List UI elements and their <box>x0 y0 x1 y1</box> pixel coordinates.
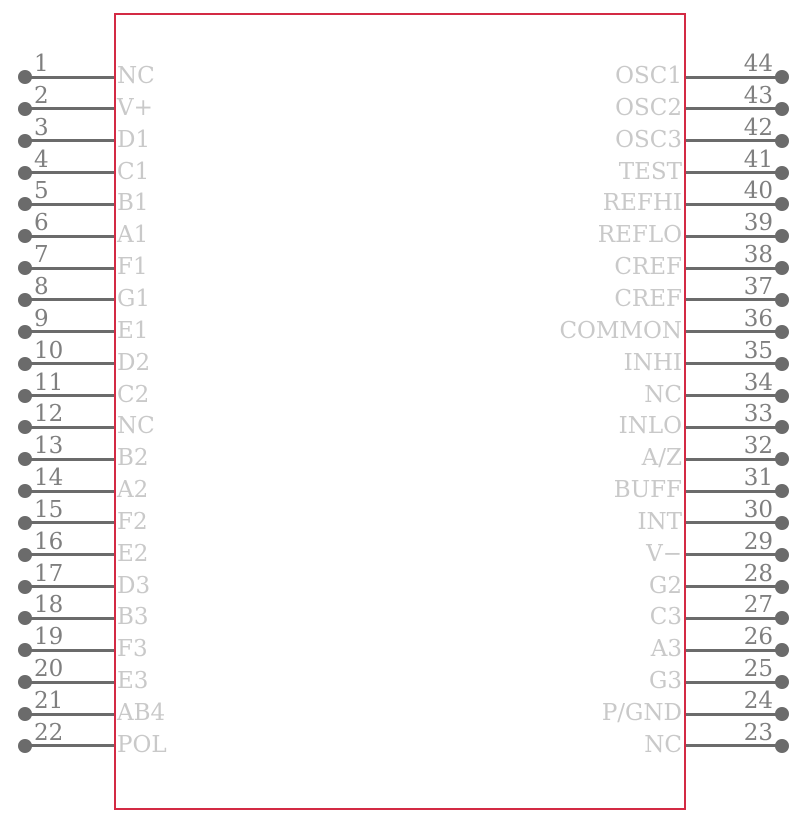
pin-name-23: NC <box>644 731 682 758</box>
pin-terminal-dot-36[interactable] <box>775 324 789 339</box>
pin-terminal-dot-30[interactable] <box>775 515 789 530</box>
pin-terminal-dot-23[interactable] <box>775 738 789 753</box>
pin-terminal-dot-28[interactable] <box>775 579 789 594</box>
pin-terminal-dot-32[interactable] <box>775 452 789 467</box>
pin-terminal-dot-40[interactable] <box>775 197 789 212</box>
pin-terminal-dot-29[interactable] <box>775 547 789 562</box>
pin-terminal-dot-26[interactable] <box>775 643 789 658</box>
pin-terminal-dot-43[interactable] <box>775 101 789 116</box>
pin-terminal-dot-37[interactable] <box>775 292 789 307</box>
pin-terminal-dot-38[interactable] <box>775 261 789 276</box>
schematic-symbol-canvas: 1 NC 2 V+ 3 D1 4 C1 5 B1 6 A1 7 F1 8 G1 9 E1 10 D2 11 C2 12 NC 1… <box>0 0 800 827</box>
pin-terminal-dot-33[interactable] <box>775 420 789 435</box>
pin-terminal-dot-31[interactable] <box>775 484 789 499</box>
pin-terminal-dot-34[interactable] <box>775 388 789 403</box>
pin-terminal-dot-24[interactable] <box>775 707 789 721</box>
pin-terminal-dot-25[interactable] <box>775 675 789 690</box>
pin-terminal-dot-27[interactable] <box>775 611 789 626</box>
pin-terminal-dot-41[interactable] <box>775 165 789 180</box>
pin-terminal-dot-44[interactable] <box>775 70 789 84</box>
pin-terminal-dot-42[interactable] <box>775 133 789 148</box>
pin-terminal-dot-39[interactable] <box>775 229 789 244</box>
pin-terminal-dot-35[interactable] <box>775 356 789 371</box>
